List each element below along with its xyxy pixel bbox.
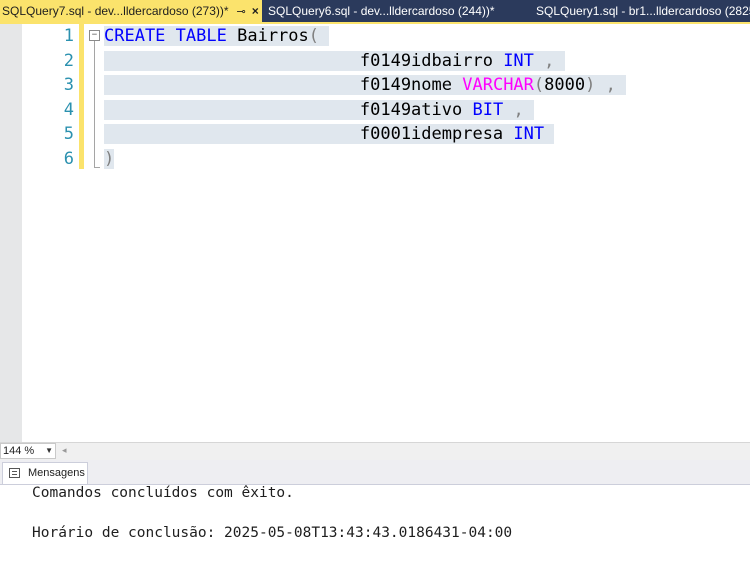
collapse-icon[interactable]: −: [89, 30, 100, 41]
column-name: f0149ativo: [359, 99, 463, 120]
tab-sqlquery1[interactable]: SQLQuery1.sql - br1...lldercardoso (2825…: [534, 0, 750, 22]
type-length: 8000: [544, 75, 586, 95]
chevron-down-icon[interactable]: ▼: [45, 444, 53, 458]
table-name: Bairros: [237, 26, 309, 46]
open-paren: (: [533, 75, 545, 95]
column-name: f0149nome: [359, 75, 452, 95]
keyword-create: CREATE: [104, 26, 166, 46]
tab-label: SQLQuery7.sql - dev...lldercardoso (273)…: [2, 4, 229, 18]
messages-icon: [9, 468, 20, 478]
document-tab-strip: SQLQuery7.sql - dev...lldercardoso (273)…: [0, 0, 750, 24]
pin-icon[interactable]: ⊸: [237, 1, 246, 23]
tab-label: SQLQuery1.sql - br1...lldercardoso (2825…: [536, 4, 750, 18]
keyword-table: TABLE: [175, 26, 227, 46]
tab-sqlquery7[interactable]: SQLQuery7.sql - dev...lldercardoso (273)…: [0, 0, 262, 22]
code-line-1: CREATE TABLE Bairros(: [104, 24, 330, 49]
comma: ,: [513, 99, 524, 120]
code-line-6: ): [104, 147, 115, 172]
code-line-5: f0001idempresa INT: [104, 122, 555, 147]
fold-guide-end: [94, 167, 100, 168]
change-tracking-bar: [79, 24, 84, 169]
scroll-left-icon[interactable]: ◂: [62, 445, 67, 456]
code-line-2: f0149idbairro INT ,: [104, 49, 565, 74]
message-line: Comandos concluídos com êxito.: [32, 485, 294, 501]
line-number: 6: [63, 148, 74, 169]
close-paren: ): [585, 75, 596, 95]
comma: ,: [605, 75, 616, 95]
query-editor[interactable]: 1 2 3 4 5 6 − CREATE TABLE Bairros( f014…: [0, 24, 750, 442]
tab-messages-label: Mensagens: [28, 467, 85, 479]
fold-guide-line: [94, 41, 95, 167]
open-paren: (: [308, 26, 320, 46]
close-icon[interactable]: ×: [252, 0, 259, 22]
zoom-select[interactable]: 144 % ▼: [0, 443, 56, 459]
data-type: INT: [503, 50, 534, 71]
comma: ,: [544, 50, 555, 71]
message-line: Horário de conclusão: 2025-05-08T13:43:4…: [32, 525, 513, 541]
line-number: 4: [63, 99, 74, 120]
tab-sqlquery6[interactable]: SQLQuery6.sql - dev...lldercardoso (244)…: [266, 0, 530, 22]
tab-messages[interactable]: Mensagens: [2, 462, 88, 484]
data-type: VARCHAR: [462, 75, 534, 95]
data-type: BIT: [472, 99, 504, 120]
line-number: 2: [63, 50, 74, 71]
data-type: INT: [513, 124, 545, 144]
zoom-value: 144 %: [3, 445, 35, 457]
tab-label: SQLQuery6.sql - dev...lldercardoso (244)…: [268, 4, 495, 18]
results-tab-strip: Mensagens: [0, 460, 750, 485]
editor-status-strip: 144 % ▼ ◂: [0, 442, 750, 460]
line-number: 1: [63, 26, 74, 46]
line-number: 3: [63, 75, 74, 95]
column-name: f0001idempresa: [359, 124, 504, 144]
line-number: 5: [63, 124, 74, 144]
messages-panel[interactable]: Comandos concluídos com êxito. Horário d…: [0, 485, 750, 574]
code-line-4: f0149ativo BIT ,: [104, 98, 534, 123]
column-name: f0149idbairro: [359, 50, 493, 71]
code-line-3: f0149nome VARCHAR(8000) ,: [104, 73, 627, 98]
close-paren: ): [104, 148, 115, 169]
editor-left-margin: [0, 24, 22, 442]
